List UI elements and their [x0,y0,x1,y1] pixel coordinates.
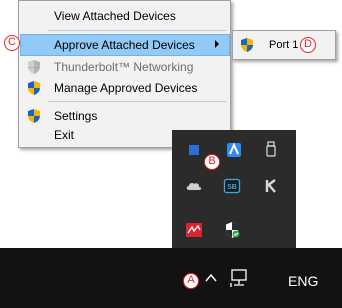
network-icon[interactable] [228,267,250,289]
uac-shield-icon [26,80,42,96]
sb-app-icon[interactable]: SB [222,176,242,196]
menu-item-label: Thunderbolt™ Networking [54,60,194,74]
usb-device-icon[interactable] [262,140,282,160]
tray-overflow-panel: SB [172,130,296,248]
menu-item-label: Exit [54,128,75,142]
cloud-icon[interactable] [184,176,204,196]
menu-item-label: View Attached Devices [54,9,176,23]
tray-blue-app-icon[interactable] [224,140,244,160]
k-app-icon[interactable] [262,176,282,196]
submenu-item-port-1[interactable]: Port 1 [233,31,335,59]
menu-item-approve-attached-devices[interactable]: Approve Attached Devices [20,34,230,56]
language-indicator[interactable]: ENG [288,273,318,289]
submenu-arrow-icon [215,40,219,48]
show-hidden-icons-chevron-icon[interactable] [203,270,219,286]
context-menu: View Attached Devices Approve Attached D… [18,0,231,148]
uac-shield-icon [26,59,42,75]
taskbar: ENG [0,248,342,308]
menu-item-view-attached-devices[interactable]: View Attached Devices [20,5,230,27]
menu-separator [48,30,226,31]
approve-submenu: Port 1 [232,30,336,60]
red-app-icon[interactable] [184,220,204,240]
svg-text:SB: SB [227,184,237,191]
menu-item-manage-approved-devices[interactable]: Manage Approved Devices [20,77,230,99]
submenu-item-label: Port 1 [269,39,299,51]
callout-d-marker: D [300,37,316,53]
callout-b-marker: B [204,154,220,170]
menu-item-label: Settings [54,109,98,123]
menu-item-label: Approve Attached Devices [54,38,195,52]
callout-c-marker: C [4,35,20,51]
uac-shield-icon [239,37,255,53]
tray-blue-app-icon[interactable] [184,140,204,160]
menu-item-label: Manage Approved Devices [54,81,198,95]
uac-shield-icon [26,108,42,124]
security-shield-icon[interactable] [222,220,242,240]
menu-separator [48,101,226,102]
callout-a-marker: A [183,273,199,289]
menu-item-thunderbolt-networking[interactable]: Thunderbolt™ Networking [20,56,230,78]
